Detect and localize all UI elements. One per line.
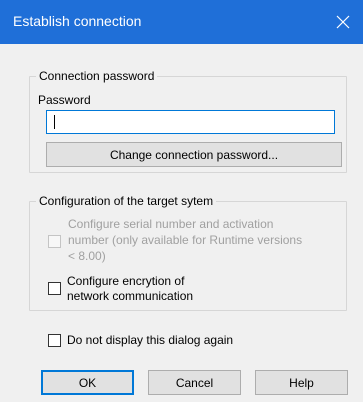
connection-password-group-label: Connection password <box>36 69 158 83</box>
serial-number-option-line2: number (only available for Runtime versi… <box>68 233 303 247</box>
encryption-option-line1: Configure encrytion of <box>67 274 185 288</box>
dont-display-label: Do not display this dialog again <box>67 333 234 347</box>
target-config-group-label: Configuration of the target sytem <box>36 194 217 208</box>
window-title: Establish connection <box>13 13 142 29</box>
serial-number-option-line1: Configure serial number and activation <box>68 217 274 231</box>
serial-number-option-line3: < 8.00) <box>68 249 106 263</box>
dialog-body: Connection password Password Change conn… <box>0 44 363 402</box>
ok-button[interactable]: OK <box>41 370 134 395</box>
serial-number-checkbox[interactable] <box>48 235 61 248</box>
change-password-button[interactable]: Change connection password... <box>46 142 342 167</box>
close-button[interactable] <box>323 0 363 44</box>
help-button[interactable]: Help <box>255 370 348 395</box>
password-input[interactable] <box>46 110 335 134</box>
encryption-checkbox[interactable] <box>48 282 61 295</box>
dont-display-checkbox[interactable] <box>48 334 61 347</box>
title-bar: Establish connection <box>0 0 363 44</box>
cancel-button[interactable]: Cancel <box>148 370 241 395</box>
close-icon <box>336 15 350 29</box>
encryption-option-line2: network communication <box>67 289 194 303</box>
password-label: Password <box>38 93 91 107</box>
text-caret <box>54 115 55 129</box>
